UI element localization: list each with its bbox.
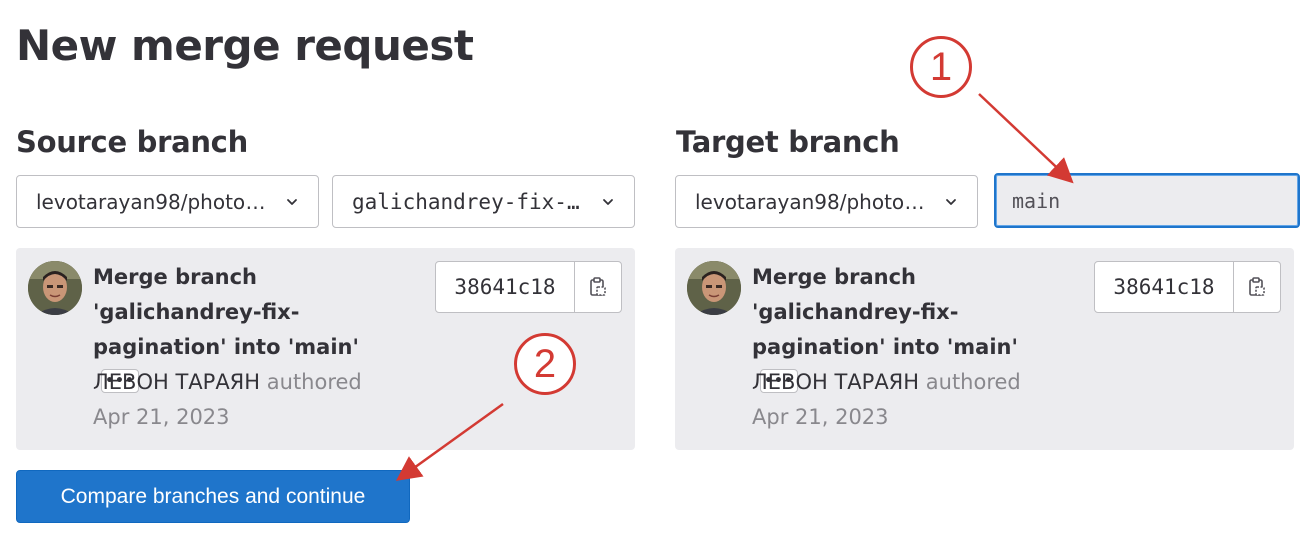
target-commit-card: Merge branch 'galichandrey-fix-paginatio… xyxy=(675,248,1294,450)
commit-date: Apr 21, 2023 xyxy=(93,405,230,429)
annotation-step-2: 2 xyxy=(514,333,576,395)
copy-sha-button[interactable] xyxy=(1234,262,1280,312)
source-project-label: levotarayan98/photo-gallery xyxy=(36,189,272,214)
annotation-arrow-1 xyxy=(978,93,1074,184)
commit-sha[interactable]: 38641c18 xyxy=(1095,262,1234,312)
source-project-dropdown[interactable]: levotarayan98/photo-gallery xyxy=(16,175,319,228)
commit-author-line: ЛЕВОН ТАРАЯН authored xyxy=(93,365,362,400)
annotation-step-1: 1 xyxy=(910,36,972,98)
target-project-label: levotarayan98/photo-gallery xyxy=(695,189,931,214)
target-branch-field[interactable]: main xyxy=(994,173,1300,228)
commit-sha[interactable]: 38641c18 xyxy=(436,262,575,312)
copy-icon xyxy=(1249,277,1265,296)
avatar xyxy=(687,261,741,315)
commit-sha-group: 38641c18 xyxy=(1094,261,1281,313)
chevron-down-icon xyxy=(287,198,297,205)
commit-author[interactable]: ЛЕВОН ТАРАЯН xyxy=(752,370,919,394)
commit-author[interactable]: ЛЕВОН ТАРАЯН xyxy=(93,370,260,394)
commit-authored-label: authored xyxy=(266,370,362,394)
source-branch-dropdown[interactable]: galichandrey-fix-pagination xyxy=(332,175,635,228)
page-title: New merge request xyxy=(16,21,474,70)
commit-title-text[interactable]: Merge branch 'galichandrey-fix-paginatio… xyxy=(752,265,1018,359)
copy-icon xyxy=(590,277,606,296)
source-branch-label: galichandrey-fix-pagination xyxy=(352,189,588,214)
commit-author-line: ЛЕВОН ТАРАЯН authored xyxy=(752,365,1021,400)
commit-sha-group: 38641c18 xyxy=(435,261,622,313)
source-branch-heading: Source branch xyxy=(16,125,248,159)
copy-sha-button[interactable] xyxy=(575,262,621,312)
commit-authored-label: authored xyxy=(925,370,1021,394)
chevron-down-icon xyxy=(603,198,613,205)
commit-title-text[interactable]: Merge branch 'galichandrey-fix-paginatio… xyxy=(93,265,359,359)
commit-date: Apr 21, 2023 xyxy=(752,405,889,429)
target-branch-value: main xyxy=(1012,188,1061,213)
avatar xyxy=(28,261,82,315)
chevron-down-icon xyxy=(946,198,956,205)
compare-branches-button[interactable]: Compare branches and continue xyxy=(16,470,410,523)
target-project-dropdown[interactable]: levotarayan98/photo-gallery xyxy=(675,175,978,228)
target-branch-heading: Target branch xyxy=(676,125,900,159)
